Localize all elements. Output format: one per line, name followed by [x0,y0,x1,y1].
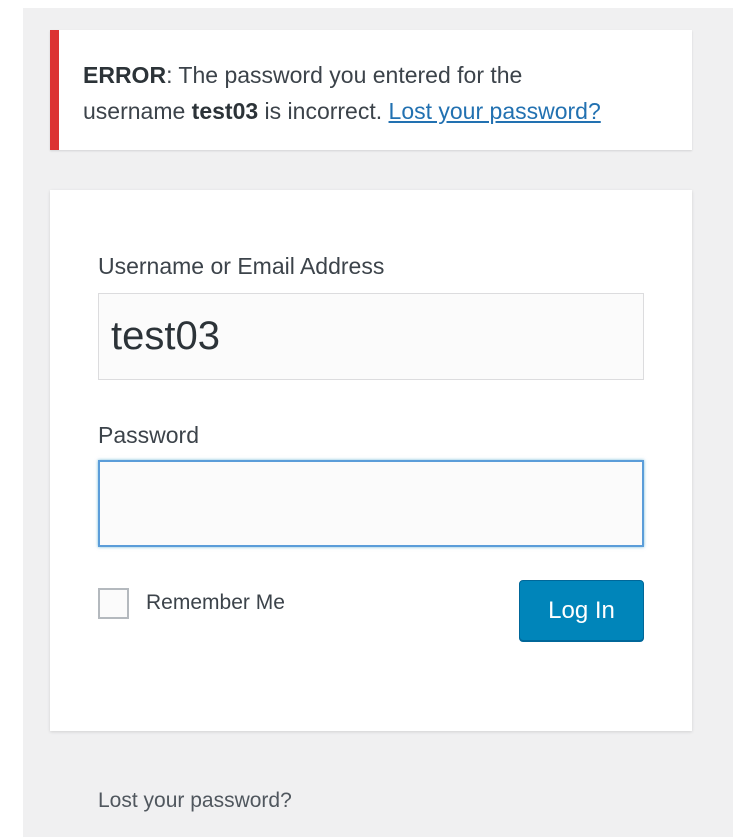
lost-password-link[interactable]: Lost your password? [98,789,292,813]
password-input[interactable] [98,460,644,547]
username-label: Username or Email Address [98,253,385,279]
error-prefix: ERROR [83,62,167,88]
log-in-button[interactable]: Log In [519,580,644,641]
error-username: test03 [191,98,259,124]
username-input[interactable] [98,293,644,380]
error-lost-password-link[interactable]: Lost your password? [389,98,601,124]
error-text-username-prefix: username [83,98,192,124]
remember-me-checkbox[interactable] [98,588,129,619]
password-label: Password [98,422,199,448]
login-error-notice: ERROR: The password you entered for the … [50,30,692,150]
remember-me-label[interactable]: Remember Me [146,591,285,615]
error-text-line-1: : The password you entered for the [166,62,523,88]
error-text-suffix: is incorrect. [258,98,389,124]
login-form: Username or Email Address Password Remem… [50,190,692,731]
